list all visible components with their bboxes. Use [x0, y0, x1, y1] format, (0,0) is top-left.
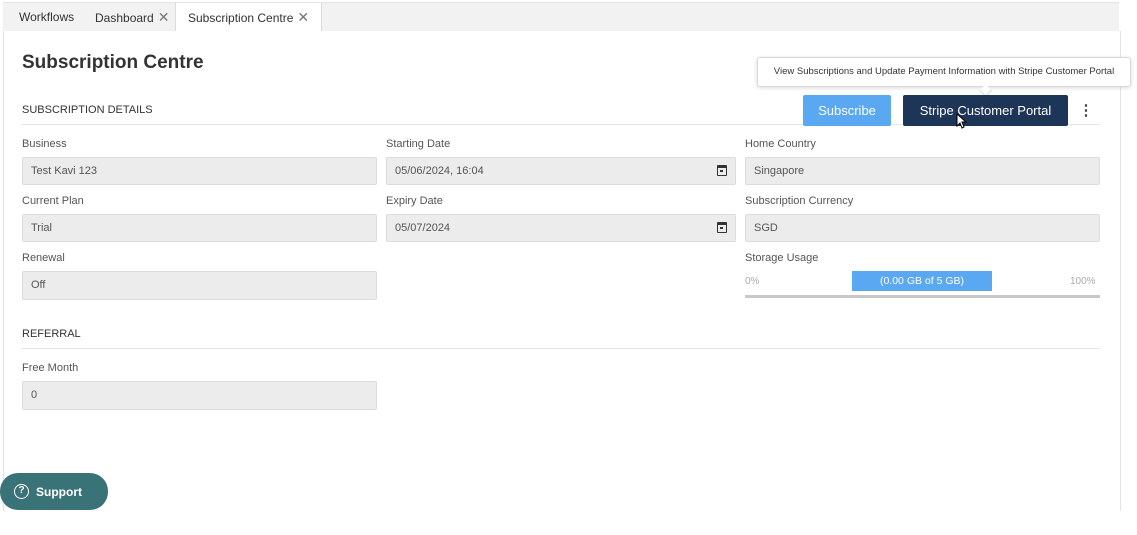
support-label: Support: [36, 484, 82, 499]
mouse-cursor-icon: [956, 113, 968, 129]
subscription-currency-field[interactable]: SGD: [745, 214, 1100, 242]
calendar-icon[interactable]: [717, 165, 727, 176]
support-button[interactable]: ? Support: [0, 473, 108, 510]
portal-tooltip: View Subscriptions and Update Payment In…: [757, 57, 1131, 87]
calendar-icon[interactable]: [717, 222, 727, 233]
section-title-subscription-details: SUBSCRIPTION DETAILS: [22, 104, 153, 116]
renewal-value: Off: [31, 279, 46, 291]
stripe-customer-portal-button[interactable]: Stripe Customer Portal: [903, 95, 1068, 126]
storage-usage-indicator: (0.00 GB of 5 GB): [852, 271, 992, 291]
free-month-field[interactable]: 0: [22, 381, 377, 410]
business-field[interactable]: Test Kavi 123: [22, 157, 377, 185]
expiry-date-value: 05/07/2024: [395, 222, 451, 234]
business-value: Test Kavi 123: [31, 165, 98, 177]
tab-label: Workflows: [19, 10, 75, 24]
storage-usage-label: Storage Usage: [745, 252, 819, 264]
tab-bar: Workflows Dashboard ✕ Subscription Centre…: [3, 2, 1119, 33]
section-title-referral: REFERRAL: [22, 328, 81, 340]
expiry-date-field[interactable]: 05/07/2024: [386, 214, 736, 242]
tab-label: Subscription Centre: [188, 11, 294, 25]
tab-dashboard[interactable]: Dashboard ✕: [83, 3, 181, 32]
storage-max-label: 100%: [1070, 276, 1096, 287]
subscription-currency-value: SGD: [754, 222, 778, 234]
free-month-value: 0: [31, 389, 38, 401]
current-plan-label: Current Plan: [22, 195, 84, 207]
renewal-label: Renewal: [22, 252, 65, 264]
more-options-icon[interactable]: ⋮: [1078, 97, 1094, 125]
starting-date-value: 05/06/2024, 16:04: [395, 165, 484, 177]
page-title: Subscription Centre: [22, 52, 204, 73]
tab-workflows[interactable]: Workflows: [7, 3, 86, 32]
starting-date-label: Starting Date: [386, 138, 451, 150]
close-icon[interactable]: ✕: [158, 9, 170, 25]
help-icon: ?: [14, 484, 29, 499]
free-month-label: Free Month: [22, 362, 79, 374]
expiry-date-label: Expiry Date: [386, 195, 443, 207]
starting-date-field[interactable]: 05/06/2024, 16:04: [386, 157, 736, 185]
home-country-field[interactable]: Singapore: [745, 157, 1100, 185]
renewal-field[interactable]: Off: [22, 271, 377, 300]
subscribe-button[interactable]: Subscribe: [803, 95, 891, 126]
tab-subscription-centre[interactable]: Subscription Centre ✕: [175, 3, 323, 33]
home-country-label: Home Country: [745, 138, 816, 150]
tab-label: Dashboard: [95, 11, 154, 25]
storage-min-label: 0%: [745, 276, 760, 287]
divider: [22, 348, 1100, 349]
business-label: Business: [22, 138, 67, 150]
close-icon[interactable]: ✕: [297, 9, 309, 25]
current-plan-field[interactable]: Trial: [22, 214, 377, 242]
home-country-value: Singapore: [754, 165, 805, 177]
current-plan-value: Trial: [31, 222, 52, 234]
subscription-currency-label: Subscription Currency: [745, 195, 854, 207]
storage-usage-bar: [745, 295, 1100, 298]
